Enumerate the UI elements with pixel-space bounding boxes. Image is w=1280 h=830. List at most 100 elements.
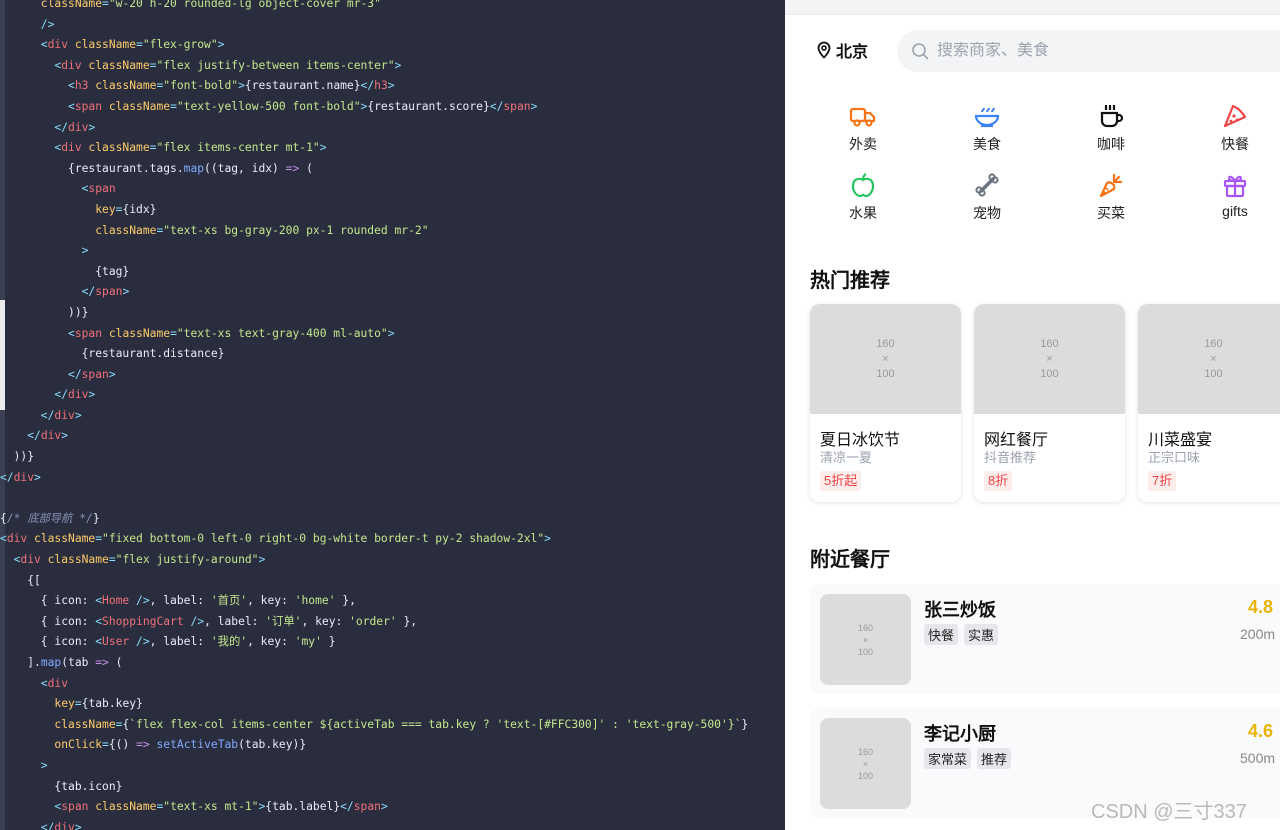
code-token: h3 — [74, 79, 89, 93]
code-token: map — [40, 656, 62, 669]
code-editor[interactable]: className="w-20 h-20 rounded-lg object-c… — [0, 0, 785, 830]
category-label: 宠物 — [973, 205, 1001, 221]
code-line: <div className="flex justify-between ite… — [0, 56, 785, 77]
code-token: > — [238, 79, 245, 93]
code-token: onClick — [0, 738, 103, 752]
code-line: </div> — [0, 426, 785, 447]
code-token: < — [0, 182, 89, 196]
promo-card[interactable]: 160 × 100 川菜盛宴 正宗口味 7折 — [1138, 304, 1280, 502]
restaurant-score: 4.6 — [1248, 721, 1274, 741]
code-token: ))} — [0, 305, 89, 319]
code-token: div — [68, 388, 89, 402]
code-token: /> — [183, 614, 205, 628]
code-token: "w-20 h-20 rounded-lg object-cover mr-3" — [108, 0, 381, 10]
code-token: className — [88, 79, 157, 93]
code-line: <div className="fixed bottom-0 left-0 ri… — [0, 529, 785, 550]
placeholder-height: 100 — [857, 646, 874, 657]
promo-discount-badge: 8折 — [984, 471, 1013, 491]
code-token: className — [102, 99, 171, 113]
code-token: > — [88, 120, 96, 134]
code-token: </ — [0, 388, 69, 402]
pizza-icon — [1223, 104, 1247, 128]
code-token: div — [20, 553, 41, 567]
restaurant-tag: 实惠 — [964, 624, 999, 645]
category-item[interactable]: 买菜 — [1066, 171, 1156, 231]
restaurant-tags: 快餐 实惠 — [924, 624, 999, 645]
category-item[interactable]: 美食 — [942, 102, 1032, 162]
restaurant-card[interactable]: 160 × 100 张三炒饭 快餐 实惠 4.8 200m — [810, 584, 1280, 694]
restaurant-name: 李记小厨 — [924, 724, 996, 744]
code-token: /> — [129, 635, 150, 649]
category-label: 外卖 — [849, 136, 877, 152]
category-item[interactable]: 咖啡 — [1066, 102, 1156, 162]
restaurant-score: 4.8 — [1248, 597, 1274, 617]
code-token: </ — [0, 429, 41, 443]
location-selector[interactable]: 北京 — [816, 38, 868, 62]
code-token: > — [387, 326, 395, 340]
code-token: > — [34, 470, 41, 484]
code-token: "text-xs text-gray-400 ml-auto" — [176, 326, 388, 340]
code-token: > — [319, 141, 327, 155]
code-token: { icon: — [0, 635, 96, 649]
code-token: /* 底部导航 */ — [6, 511, 93, 525]
code-token: 'my' — [294, 635, 322, 649]
code-line: </div> — [0, 468, 785, 489]
code-token: className — [0, 0, 103, 10]
category-item[interactable]: gifts — [1190, 171, 1280, 231]
code-line: <div className="flex-grow"> — [0, 35, 785, 56]
code-line: onClick={() => setActiveTab(tab.key)} — [0, 735, 785, 756]
code-token: > — [544, 532, 551, 546]
code-line: <div className="flex items-center mt-1"> — [0, 138, 785, 159]
category-item[interactable]: 外卖 — [818, 102, 908, 162]
promo-card[interactable]: 160 × 100 网红餐厅 抖音推荐 8折 — [974, 304, 1125, 502]
code-line: {restaurant.tags.map((tag, idx) => ( — [0, 159, 785, 180]
code-line: </div> — [0, 406, 785, 427]
code-token: className — [0, 223, 157, 237]
category-item[interactable]: 快餐 — [1190, 102, 1280, 162]
code-token: = — [108, 553, 116, 567]
category-item[interactable]: 宠物 — [942, 171, 1032, 231]
code-token: h3 — [374, 79, 388, 93]
code-line: </div> — [0, 818, 785, 830]
nearby-section-title: 附近餐厅 — [810, 549, 890, 571]
code-token: > — [0, 244, 89, 258]
code-token: } — [92, 511, 100, 525]
code-token: </ — [0, 120, 69, 134]
coffee-icon — [1100, 105, 1124, 128]
code-token: = — [170, 99, 177, 113]
code-token: div — [40, 429, 62, 443]
code-token: Home — [102, 594, 130, 608]
bowl-icon — [974, 107, 1000, 128]
promo-card[interactable]: 160 × 100 夏日冰饮节 清凉一夏 5折起 — [810, 304, 961, 502]
placeholder-times: × — [862, 634, 869, 645]
code-token: {restaurant.tags. — [0, 161, 184, 175]
search-bar[interactable] — [897, 30, 1280, 72]
code-line: className="text-xs bg-gray-200 px-1 roun… — [0, 221, 785, 242]
placeholder-height: 100 — [857, 770, 874, 781]
category-label: gifts — [1222, 203, 1248, 219]
code-token: '订单' — [265, 614, 302, 628]
code-token: '首页' — [210, 594, 248, 608]
code-token: className — [0, 717, 116, 731]
code-token: "font-bold" — [163, 79, 239, 93]
code-token: className — [81, 141, 150, 155]
bone-icon — [975, 173, 999, 197]
restaurant-image-placeholder: 160 × 100 — [820, 718, 911, 809]
code-token: > — [217, 38, 225, 52]
code-token: < — [0, 326, 75, 340]
promo-subtitle: 抖音推荐 — [984, 450, 1037, 465]
placeholder-width: 160 — [857, 622, 874, 633]
placeholder-width: 160 — [876, 337, 895, 350]
code-token: span — [74, 326, 103, 340]
code-token: "text-xs mt-1" — [163, 800, 259, 814]
code-token: = — [136, 38, 143, 52]
code-token: > — [0, 758, 48, 772]
search-input[interactable] — [937, 42, 1237, 60]
code-token: ((tag, idx) — [204, 161, 286, 175]
code-token: } — [741, 717, 749, 731]
placeholder-width: 160 — [857, 746, 874, 757]
code-token: span — [88, 182, 116, 196]
code-token: div — [61, 141, 82, 155]
category-item[interactable]: 水果 — [818, 171, 908, 231]
code-token: span — [81, 367, 109, 381]
